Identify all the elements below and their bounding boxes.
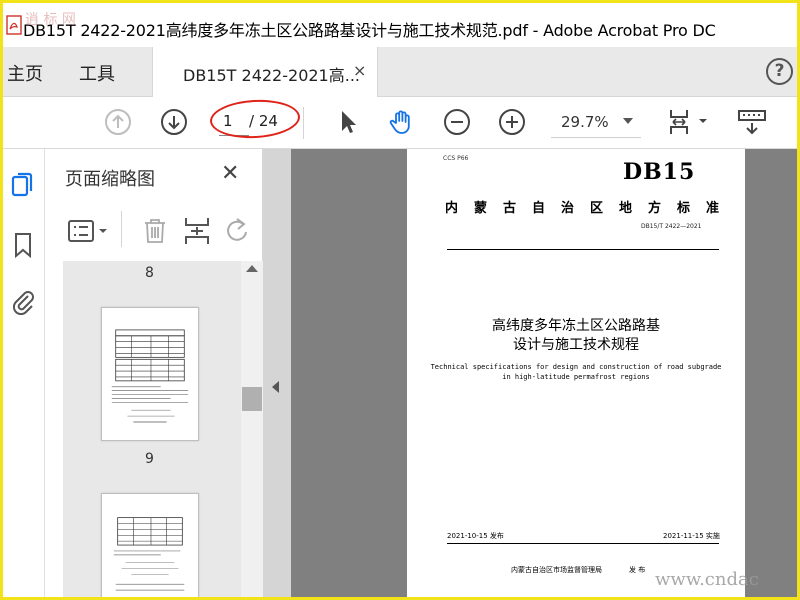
thumbnails-list[interactable]: 8 9 [63,261,259,597]
doc-number: DB15/T 2422—2021 [641,223,702,230]
panel-collapse-strip[interactable] [263,149,291,597]
doc-ccs: CCS P66 [443,155,469,162]
thumbnail-page-8[interactable] [101,307,199,441]
insert-page-icon[interactable] [181,215,213,247]
tab-document-label: DB15T 2422-2021高... [183,66,360,85]
doc-rule-bottom [447,543,719,544]
doc-english-title-line2: in high-latitude permafrost regions [502,373,650,381]
doc-title-line1: 高纬度多年冻土区公路路基 [492,318,660,334]
rotate-icon[interactable] [221,215,253,247]
watermark-bottom-right: www.cndac [655,569,759,590]
help-button[interactable]: ? [766,58,793,85]
zoom-value: 29.7% [561,113,609,131]
panel-toolbar-divider [121,211,122,247]
doc-standard-code: DB15 [623,159,696,185]
document-view[interactable]: CCS P66 DB15 内蒙古自治区地方标准 DB15/T 2422—2021… [263,149,797,597]
bookmark-icon[interactable] [9,231,37,259]
thumbnails-icon[interactable] [9,171,37,199]
attachment-icon[interactable] [9,287,37,315]
zoom-out-icon[interactable] [442,107,472,137]
acrobat-window: DB15T 2422-2021高纬度多年冻土区公路路基设计与施工技术规范.pdf… [3,3,797,597]
select-arrow-icon[interactable] [333,107,363,137]
tab-document[interactable]: DB15T 2422-2021高... × [152,47,378,97]
doc-english-title-line1: Technical specifications for design and … [430,363,722,371]
thumbnail-label-9: 9 [145,451,154,467]
delete-icon[interactable] [139,215,171,247]
window-title: DB15T 2422-2021高纬度多年冻土区公路路基设计与施工技术规范.pdf… [23,21,716,40]
tab-close-button[interactable]: × [353,61,366,80]
scroll-up-icon[interactable] [246,265,258,272]
fit-page-icon[interactable] [665,107,709,137]
app-pdf-icon [6,15,22,35]
highlight-oval [209,97,301,141]
scroll-thumb[interactable] [242,387,262,411]
chevron-down-icon [623,118,633,124]
panel-close-button[interactable]: ✕ [221,161,239,186]
thumbnail-page-9[interactable] [101,493,199,597]
doc-publisher: 内蒙古自治区市场监督管理局 [511,566,602,574]
tab-home[interactable]: 主页 [7,60,43,86]
panel-title: 页面缩略图 [65,169,155,190]
toolbar: 1 / 24 29.7% [3,97,797,149]
doc-release-date: 2021-10-15 发布 [447,532,504,540]
page-down-icon[interactable] [159,107,189,137]
doc-title-line2: 设计与施工技术规程 [513,337,639,353]
thumbnails-panel: 页面缩略图 ✕ 8 9 [45,149,263,597]
toolbar-divider [303,107,304,139]
doc-rule-top [447,249,719,250]
title-bar: DB15T 2422-2021高纬度多年冻土区公路路基设计与施工技术规范.pdf… [3,3,797,47]
collapse-left-icon[interactable] [272,381,279,393]
document-page: CCS P66 DB15 内蒙古自治区地方标准 DB15/T 2422—2021… [407,149,745,597]
navigation-rail [3,149,45,597]
scroll-mode-icon[interactable] [737,107,767,137]
doc-implement-date: 2021-11-15 实施 [663,532,720,540]
hand-icon[interactable] [387,107,417,137]
options-icon[interactable] [67,215,113,247]
tab-tools[interactable]: 工具 [79,60,115,86]
zoom-dropdown[interactable]: 29.7% [551,108,641,138]
thumbnail-label-8: 8 [145,265,154,281]
doc-org: 内蒙古自治区地方标准 [445,201,736,216]
page-up-icon[interactable] [103,107,133,137]
thumbnails-scrollbar[interactable] [241,261,263,597]
panel-toolbar [45,207,263,257]
watermark-top-left: 逍 标 网 [25,12,76,28]
zoom-in-icon[interactable] [497,107,527,137]
tab-row: 主页 工具 DB15T 2422-2021高... × ? [3,47,797,97]
doc-publish-word: 发 布 [629,566,646,574]
